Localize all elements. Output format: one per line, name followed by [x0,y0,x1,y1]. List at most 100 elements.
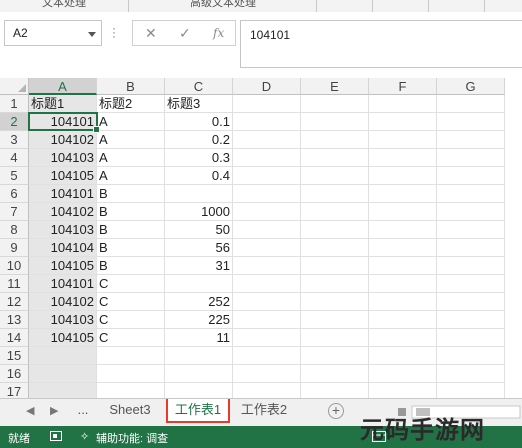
cell-d11[interactable] [233,275,301,293]
row-header[interactable]: 14 [0,329,29,347]
cell-a4[interactable]: 104103 [29,149,97,167]
cell-d6[interactable] [233,185,301,203]
cell-d14[interactable] [233,329,301,347]
row-header[interactable]: 2 [0,113,29,131]
cell-b12[interactable]: C [97,293,165,311]
formula-input[interactable]: 104101 [240,20,522,68]
cell-d10[interactable] [233,257,301,275]
cell-b4[interactable]: A [97,149,165,167]
column-header-d[interactable]: D [233,78,301,95]
column-header-f[interactable]: F [369,78,437,95]
row-header[interactable]: 1 [0,95,29,113]
cell-b16[interactable] [97,365,165,383]
cell-e8[interactable] [301,221,369,239]
cell-f5[interactable] [369,167,437,185]
row-header[interactable]: 9 [0,239,29,257]
cell-g12[interactable] [437,293,505,311]
cell-a13[interactable]: 104103 [29,311,97,329]
cell-g3[interactable] [437,131,505,149]
cell-c5[interactable]: 0.4 [165,167,233,185]
cell-f13[interactable] [369,311,437,329]
cancel-icon[interactable]: ✕ [145,25,157,42]
cell-g1[interactable] [437,95,505,113]
cell-f6[interactable] [369,185,437,203]
tab-next-icon[interactable]: ▶ [50,404,58,417]
cell-a10[interactable]: 104105 [29,257,97,275]
cell-f10[interactable] [369,257,437,275]
cell-d1[interactable] [233,95,301,113]
cell-d4[interactable] [233,149,301,167]
cell-b11[interactable]: C [97,275,165,293]
cell-e11[interactable] [301,275,369,293]
cell-b2[interactable]: A [97,113,165,131]
status-accessibility[interactable]: 辅助功能: 调查 [96,430,168,446]
cell-f4[interactable] [369,149,437,167]
cell-a6[interactable]: 104101 [29,185,97,203]
cell-d16[interactable] [233,365,301,383]
cell-g13[interactable] [437,311,505,329]
cell-d7[interactable] [233,203,301,221]
tab-worksheet1[interactable]: 工作表1 [166,399,230,423]
cell-e12[interactable] [301,293,369,311]
cell-a14[interactable]: 104105 [29,329,97,347]
cell-e1[interactable] [301,95,369,113]
row-header[interactable]: 15 [0,347,29,365]
insert-function-button[interactable]: fx [213,26,224,40]
cell-g7[interactable] [437,203,505,221]
row-header[interactable]: 16 [0,365,29,383]
cell-f2[interactable] [369,113,437,131]
cell-c6[interactable] [165,185,233,203]
cell-b7[interactable]: B [97,203,165,221]
cell-d3[interactable] [233,131,301,149]
drag-handle-icon[interactable]: · · · [112,22,116,42]
cell-a3[interactable]: 104102 [29,131,97,149]
cell-f16[interactable] [369,365,437,383]
cell-b5[interactable]: A [97,167,165,185]
cell-c16[interactable] [165,365,233,383]
cell-c7[interactable]: 1000 [165,203,233,221]
cell-e14[interactable] [301,329,369,347]
cell-d2[interactable] [233,113,301,131]
row-header[interactable]: 13 [0,311,29,329]
cell-a12[interactable]: 104102 [29,293,97,311]
column-header-c[interactable]: C [165,78,233,95]
cell-e3[interactable] [301,131,369,149]
cell-g5[interactable] [437,167,505,185]
column-header-e[interactable]: E [301,78,369,95]
row-header[interactable]: 3 [0,131,29,149]
cell-f15[interactable] [369,347,437,365]
macro-record-icon[interactable] [50,431,62,445]
cell-b3[interactable]: A [97,131,165,149]
tab-prev-icon[interactable]: ◀ [26,404,34,417]
cell-e6[interactable] [301,185,369,203]
cell-d5[interactable] [233,167,301,185]
cell-f7[interactable] [369,203,437,221]
row-header[interactable]: 12 [0,293,29,311]
enter-icon[interactable]: ✓ [179,25,191,42]
cell-g14[interactable] [437,329,505,347]
fill-handle[interactable] [93,126,100,133]
cell-b6[interactable]: B [97,185,165,203]
cell-f11[interactable] [369,275,437,293]
row-header[interactable]: 8 [0,221,29,239]
cell-b1[interactable]: 标题2 [97,95,165,113]
column-header-b[interactable]: B [97,78,165,95]
cell-b15[interactable] [97,347,165,365]
cell-g8[interactable] [437,221,505,239]
cell-c13[interactable]: 225 [165,311,233,329]
cell-g16[interactable] [437,365,505,383]
cell-c3[interactable]: 0.2 [165,131,233,149]
cell-f8[interactable] [369,221,437,239]
cell-c9[interactable]: 56 [165,239,233,257]
add-sheet-button[interactable]: + [328,403,344,419]
cell-e9[interactable] [301,239,369,257]
cell-f14[interactable] [369,329,437,347]
cell-f9[interactable] [369,239,437,257]
cell-a16[interactable] [29,365,97,383]
cell-e7[interactable] [301,203,369,221]
cell-e10[interactable] [301,257,369,275]
cell-c8[interactable]: 50 [165,221,233,239]
cell-g2[interactable] [437,113,505,131]
cell-a9[interactable]: 104104 [29,239,97,257]
cell-d8[interactable] [233,221,301,239]
